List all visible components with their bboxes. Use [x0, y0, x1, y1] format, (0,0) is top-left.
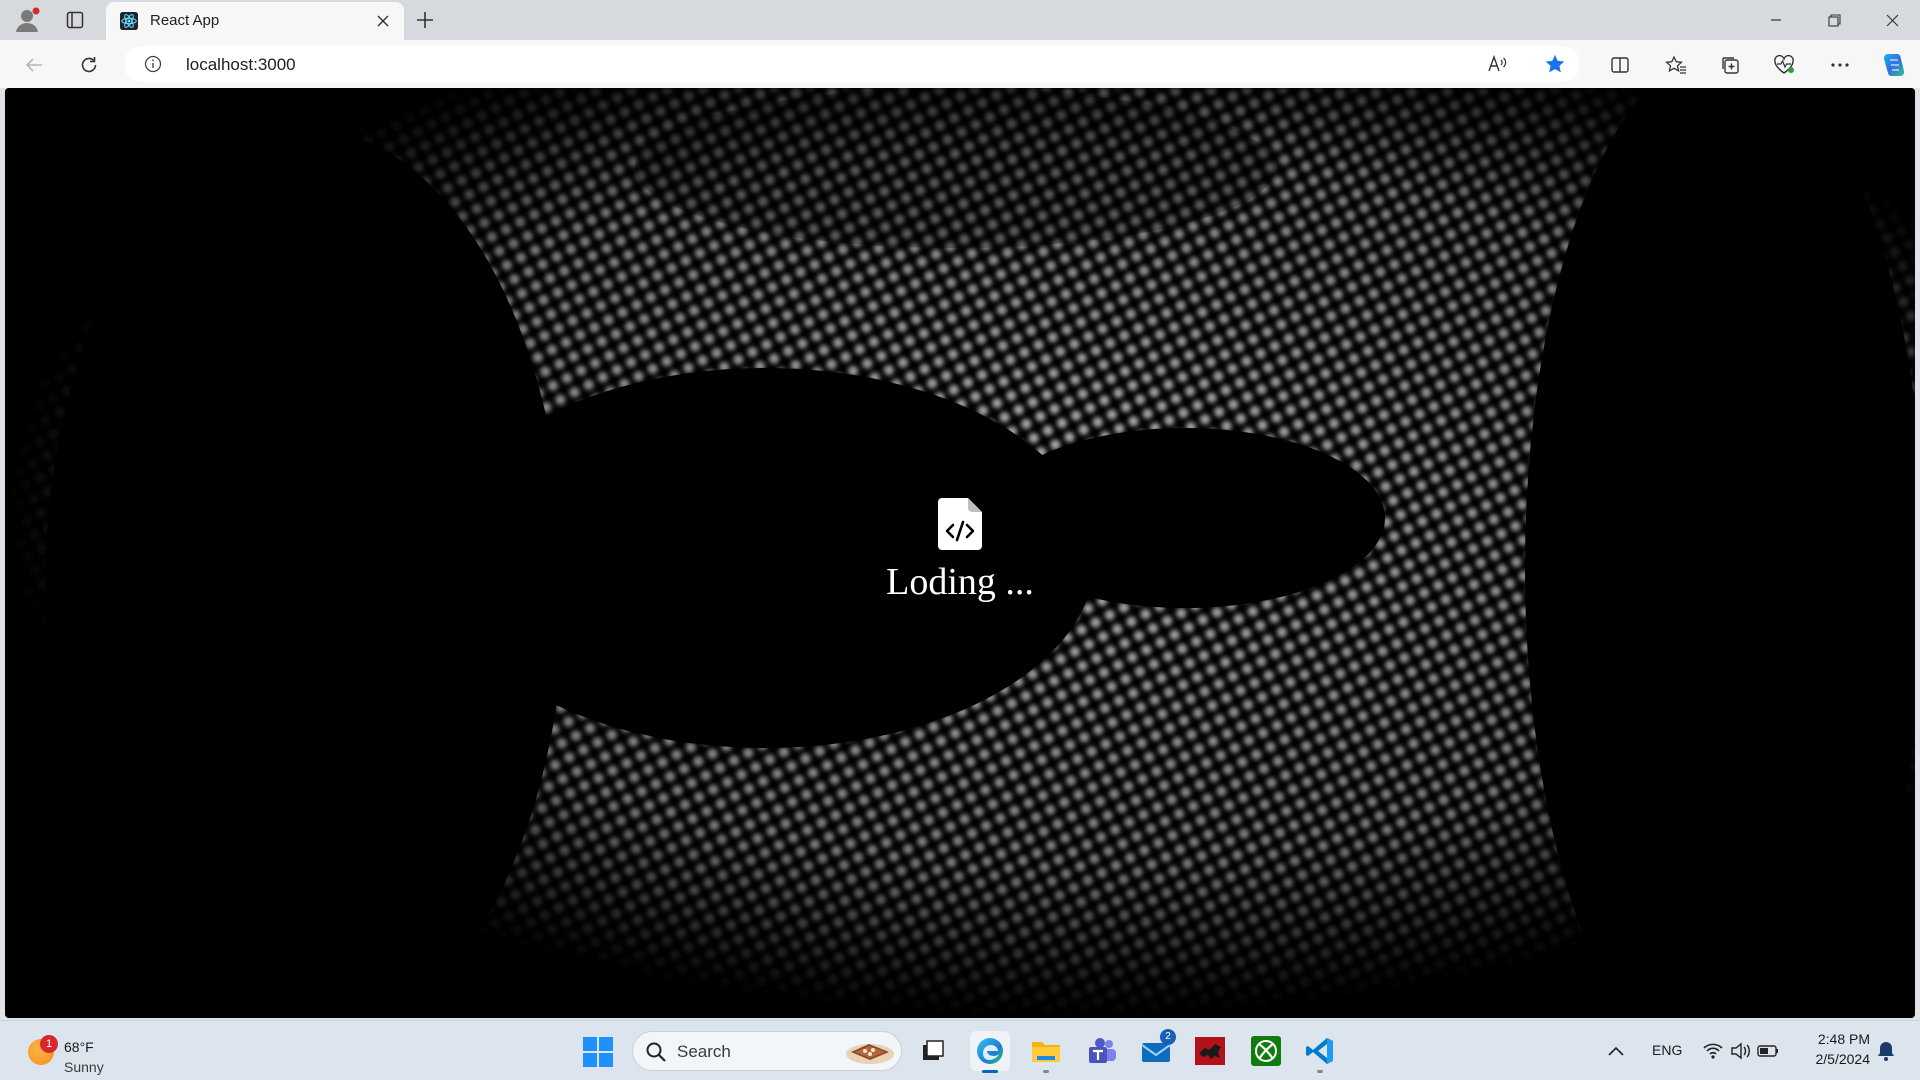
split-screen-button[interactable]: [1604, 49, 1636, 81]
collections-button[interactable]: [1714, 49, 1746, 81]
tab-title: React App: [150, 12, 220, 29]
minimize-button[interactable]: [1748, 0, 1804, 40]
xbox-app[interactable]: [1246, 1031, 1286, 1071]
favorites-icon: [1665, 55, 1686, 74]
search-icon: [646, 1042, 666, 1062]
collections-icon: [1722, 57, 1739, 74]
running-indicator: [1043, 1070, 1049, 1073]
mail-app[interactable]: 2: [1136, 1029, 1176, 1071]
weather-temperature: 68°F: [64, 1039, 94, 1055]
notification-bell-icon[interactable]: [1874, 1039, 1898, 1063]
copilot-icon: [1883, 54, 1905, 76]
favorites-button[interactable]: [1660, 49, 1692, 81]
taskbar: 1 68°F Sunny Search 2 ENG 2:48 PM 2/5/20…: [0, 1020, 1920, 1080]
game-icon: [1195, 1037, 1225, 1065]
address-bar[interactable]: localhost:3000: [124, 46, 1580, 82]
task-view-button[interactable]: [912, 1031, 952, 1071]
performance-button[interactable]: [1768, 49, 1800, 81]
weather-condition: Sunny: [64, 1059, 104, 1075]
volume-icon: [1731, 1042, 1750, 1060]
edge-app[interactable]: [970, 1031, 1010, 1073]
profile-button[interactable]: [12, 5, 42, 35]
file-code-icon: [938, 498, 982, 550]
task-view-icon: [923, 1040, 944, 1060]
window-close-button[interactable]: [1864, 0, 1920, 40]
react-icon: [120, 12, 138, 30]
edge-icon: [977, 1038, 1003, 1064]
copilot-button[interactable]: [1878, 49, 1910, 81]
running-indicator: [1317, 1070, 1323, 1073]
vscode-icon: [1306, 1038, 1333, 1064]
loading-indicator: Loding ...: [5, 498, 1915, 604]
active-indicator: [982, 1070, 998, 1073]
reload-icon: [81, 57, 97, 73]
back-button[interactable]: [18, 49, 50, 81]
close-icon: [1886, 14, 1898, 26]
browser-tab-bar: React App: [0, 0, 1920, 40]
restore-icon: [1827, 13, 1841, 27]
info-icon[interactable]: [144, 55, 162, 73]
vertical-tabs-button[interactable]: [60, 5, 90, 35]
arrow-left-icon: [25, 58, 42, 72]
clock[interactable]: 2:48 PM 2/5/2024: [1800, 1031, 1871, 1067]
chevron-up-icon: [1608, 1046, 1624, 1056]
system-tray-icons[interactable]: [1700, 1039, 1790, 1063]
url-text[interactable]: localhost:3000: [186, 55, 296, 75]
tab-close-button[interactable]: [372, 10, 394, 32]
clock-date: 2/5/2024: [1815, 1051, 1871, 1067]
profile-icon: [16, 7, 40, 32]
language-indicator[interactable]: ENG: [1652, 1042, 1682, 1058]
teams-app[interactable]: [1082, 1031, 1122, 1071]
favorite-button[interactable]: [1542, 52, 1568, 76]
game-app[interactable]: [1190, 1031, 1230, 1071]
browser-toolbar: localhost:3000: [0, 40, 1920, 88]
search-highlight-icon: [846, 1044, 894, 1064]
restore-button[interactable]: [1806, 0, 1862, 40]
close-icon: [377, 15, 389, 27]
more-button[interactable]: [1824, 49, 1856, 81]
xbox-icon: [1251, 1036, 1281, 1066]
clock-time: 2:48 PM: [1817, 1031, 1870, 1047]
mail-badge: 2: [1160, 1029, 1176, 1045]
favorite-star-icon: [1545, 54, 1565, 73]
read-aloud-button[interactable]: [1484, 52, 1512, 76]
show-hidden-icons-button[interactable]: [1604, 1039, 1628, 1063]
file-explorer-app[interactable]: [1026, 1031, 1066, 1073]
search-label: Search: [677, 1042, 731, 1061]
read-aloud-icon: [1488, 54, 1507, 72]
new-tab-button[interactable]: [410, 5, 440, 35]
teams-icon: [1089, 1038, 1116, 1063]
wifi-icon: [1703, 1043, 1723, 1059]
plus-icon: [417, 12, 433, 28]
loading-text: Loding ...: [886, 561, 1034, 603]
split-screen-icon: [1611, 57, 1629, 73]
more-icon: [1831, 63, 1849, 67]
performance-icon: [1774, 55, 1794, 74]
taskbar-search[interactable]: Search: [632, 1031, 902, 1071]
tab-react-app[interactable]: React App: [106, 2, 404, 40]
reload-button[interactable]: [73, 49, 105, 81]
page-viewport: Loding ...: [5, 88, 1915, 1018]
weather-badge: 1: [40, 1035, 58, 1053]
minimize-icon: [1771, 19, 1781, 21]
tab-actions-icon: [66, 11, 84, 29]
start-button[interactable]: [582, 1036, 614, 1068]
weather-widget[interactable]: 1 68°F Sunny: [24, 1029, 164, 1075]
folder-icon: [1032, 1042, 1060, 1062]
battery-icon: [1757, 1045, 1778, 1057]
vscode-app[interactable]: [1300, 1031, 1340, 1073]
